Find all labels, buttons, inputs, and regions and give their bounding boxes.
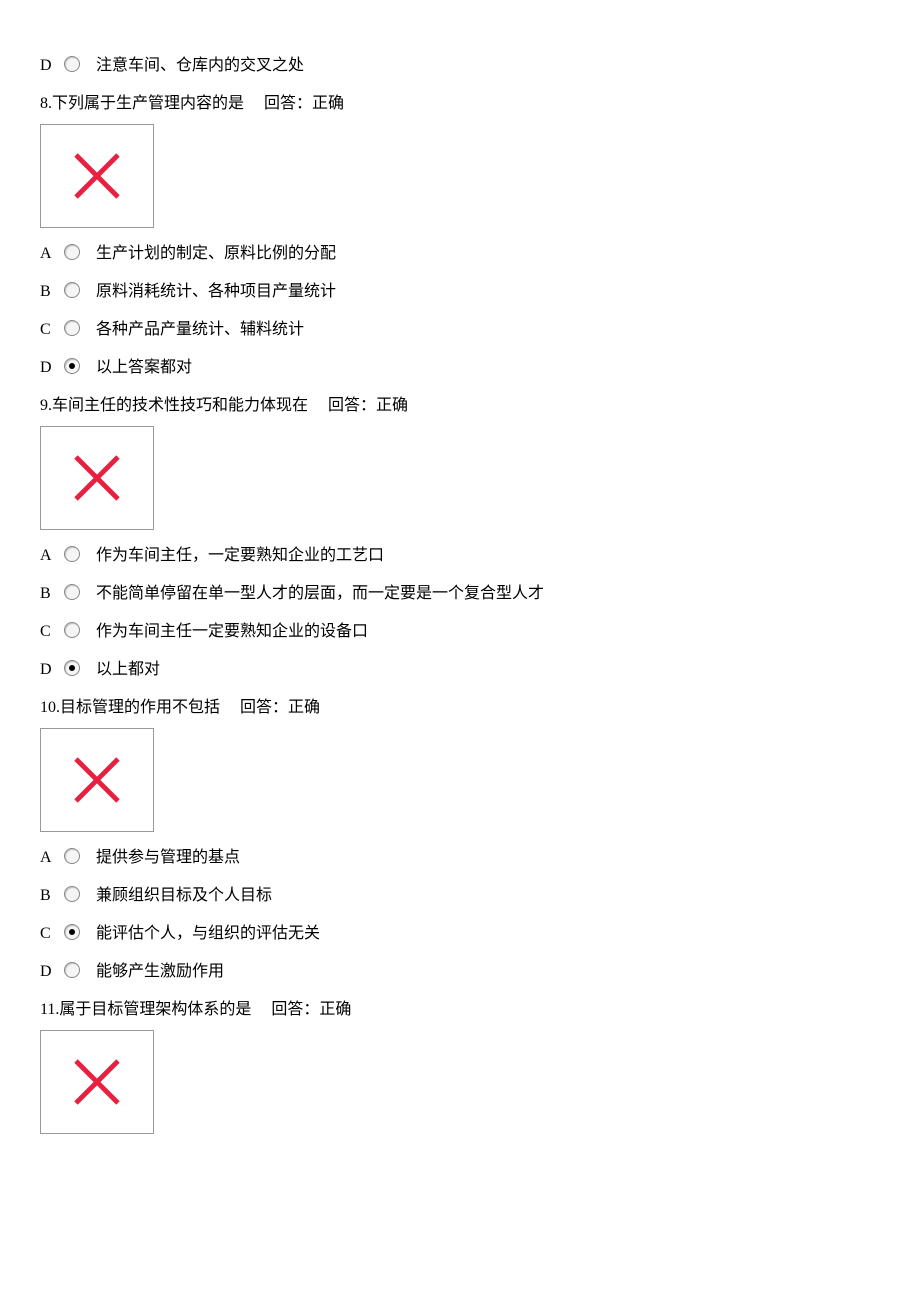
option-radio[interactable] (64, 622, 80, 638)
option-row: B 原料消耗统计、各种项目产量统计 (40, 280, 880, 304)
x-icon (67, 750, 127, 810)
option-letter: C (40, 922, 64, 946)
option-text: 兼顾组织目标及个人目标 (96, 884, 272, 908)
question-number: 11 (40, 1001, 55, 1018)
option-letter: A (40, 846, 64, 870)
option-radio[interactable] (64, 546, 80, 562)
option-letter: D (40, 658, 64, 682)
option-radio[interactable] (64, 848, 80, 864)
option-radio[interactable] (64, 56, 80, 72)
image-placeholder (40, 1030, 154, 1134)
option-row: D 注意车间、仓库内的交叉之处 (40, 54, 880, 78)
option-letter: A (40, 544, 64, 568)
option-text: 生产计划的制定、原料比例的分配 (96, 242, 336, 266)
result-label: 回答：正确 (328, 397, 408, 414)
option-text: 作为车间主任一定要熟知企业的设备口 (96, 620, 368, 644)
x-icon (67, 448, 127, 508)
option-radio[interactable] (64, 962, 80, 978)
option-radio[interactable] (64, 886, 80, 902)
option-row: C 能评估个人，与组织的评估无关 (40, 922, 880, 946)
option-row: A 作为车间主任，一定要熟知企业的工艺口 (40, 544, 880, 568)
option-letter: B (40, 582, 64, 606)
question-text: 属于目标管理架构体系的是 (59, 1001, 251, 1018)
option-letter: D (40, 960, 64, 984)
option-text: 能够产生激励作用 (96, 960, 224, 984)
option-row: B 兼顾组织目标及个人目标 (40, 884, 880, 908)
question-text: 目标管理的作用不包括 (60, 699, 220, 716)
option-radio[interactable] (64, 584, 80, 600)
option-text: 注意车间、仓库内的交叉之处 (96, 54, 304, 78)
question-line: 8.下列属于生产管理内容的是回答：正确 (40, 92, 880, 116)
option-text: 以上答案都对 (96, 356, 192, 380)
option-text: 原料消耗统计、各种项目产量统计 (96, 280, 336, 304)
option-radio[interactable] (64, 924, 80, 940)
question-line: 9.车间主任的技术性技巧和能力体现在回答：正确 (40, 394, 880, 418)
result-label: 回答：正确 (264, 95, 344, 112)
option-row: B 不能简单停留在单一型人才的层面，而一定要是一个复合型人才 (40, 582, 880, 606)
option-text: 各种产品产量统计、辅料统计 (96, 318, 304, 342)
option-letter: B (40, 280, 64, 304)
option-letter: D (40, 54, 64, 78)
question-number: 9 (40, 397, 48, 414)
question-number: 8 (40, 95, 48, 112)
result-label: 回答：正确 (271, 1001, 351, 1018)
option-letter: B (40, 884, 64, 908)
x-icon (67, 1052, 127, 1112)
option-text: 不能简单停留在单一型人才的层面，而一定要是一个复合型人才 (96, 582, 544, 606)
image-placeholder (40, 426, 154, 530)
question-line: 11.属于目标管理架构体系的是回答：正确 (40, 998, 880, 1022)
option-letter: A (40, 242, 64, 266)
option-row: C 作为车间主任一定要熟知企业的设备口 (40, 620, 880, 644)
question-text: 下列属于生产管理内容的是 (52, 95, 244, 112)
option-letter: D (40, 356, 64, 380)
option-radio[interactable] (64, 358, 80, 374)
option-text: 能评估个人，与组织的评估无关 (96, 922, 320, 946)
option-row: D 以上答案都对 (40, 356, 880, 380)
question-text: 车间主任的技术性技巧和能力体现在 (52, 397, 308, 414)
option-radio[interactable] (64, 244, 80, 260)
option-radio[interactable] (64, 282, 80, 298)
option-text: 以上都对 (96, 658, 160, 682)
result-label: 回答：正确 (240, 699, 320, 716)
option-row: D 能够产生激励作用 (40, 960, 880, 984)
option-letter: C (40, 620, 64, 644)
image-placeholder (40, 124, 154, 228)
option-row: C 各种产品产量统计、辅料统计 (40, 318, 880, 342)
radio-dot (69, 665, 75, 671)
option-text: 提供参与管理的基点 (96, 846, 240, 870)
option-letter: C (40, 318, 64, 342)
image-placeholder (40, 728, 154, 832)
option-radio[interactable] (64, 660, 80, 676)
option-row: A 提供参与管理的基点 (40, 846, 880, 870)
question-number: 10 (40, 699, 56, 716)
question-line: 10.目标管理的作用不包括回答：正确 (40, 696, 880, 720)
option-row: A 生产计划的制定、原料比例的分配 (40, 242, 880, 266)
x-icon (67, 146, 127, 206)
option-row: D 以上都对 (40, 658, 880, 682)
option-radio[interactable] (64, 320, 80, 336)
radio-dot (69, 363, 75, 369)
option-text: 作为车间主任，一定要熟知企业的工艺口 (96, 544, 384, 568)
radio-dot (69, 929, 75, 935)
